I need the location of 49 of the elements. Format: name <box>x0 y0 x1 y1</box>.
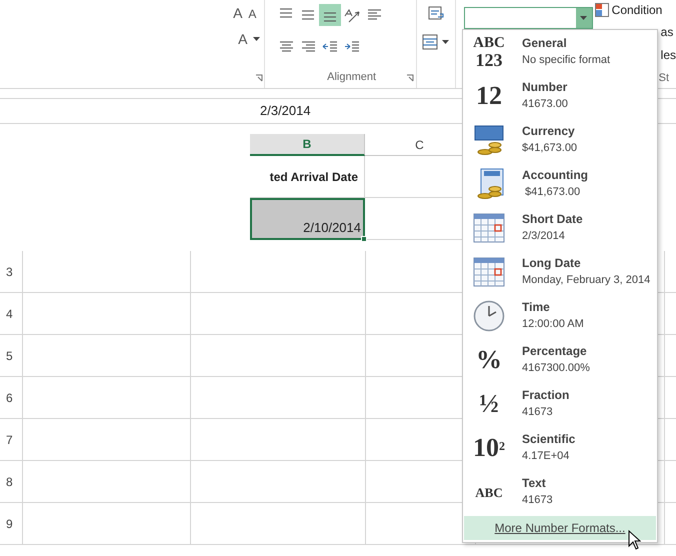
format-menu-item[interactable]: Accounting $41,673.00 <box>463 162 657 206</box>
caret-icon <box>253 37 260 41</box>
format-menu-item[interactable]: Long Date Monday, February 3, 2014 <box>463 250 657 294</box>
bottom-align-button[interactable] <box>319 4 342 26</box>
format-glyph-icon: ½ <box>469 391 509 417</box>
caret-icon <box>442 40 450 44</box>
selected-cell[interactable]: 2/10/2014 <box>250 198 365 240</box>
row-header[interactable]: 6 <box>0 377 23 418</box>
format-menu-item[interactable]: ABC 123 General No specific format <box>463 30 657 74</box>
money-icon <box>473 124 505 156</box>
number-format-combo[interactable] <box>464 7 593 29</box>
group-label: Alignment <box>327 70 376 84</box>
row-header[interactable]: 3 <box>0 251 23 292</box>
format-glyph-icon: ABC 123 <box>469 36 509 68</box>
row-header[interactable]: 4 <box>0 293 23 334</box>
clock-icon <box>473 300 505 332</box>
row-header[interactable]: 8 <box>0 461 23 502</box>
more-number-formats-button[interactable]: More Number Formats... <box>464 516 656 540</box>
row-header[interactable]: 9 <box>0 503 23 544</box>
caret-icon <box>580 16 588 20</box>
format-menu-item[interactable]: 10$^{2}$ Scientific 4.17E+04 <box>463 426 657 470</box>
font-color-button[interactable]: A <box>238 32 260 46</box>
row-header[interactable]: 5 <box>0 335 23 376</box>
shrink-font-button[interactable]: A <box>247 8 258 20</box>
merge-center-button[interactable] <box>422 34 450 50</box>
calendar-icon <box>473 213 505 243</box>
row-header[interactable]: 7 <box>0 419 23 460</box>
orientation-icon <box>344 7 360 23</box>
cell-styles-button[interactable]: les <box>660 46 676 64</box>
conditional-format-icon <box>594 3 609 17</box>
grow-font-button[interactable]: A <box>232 6 244 20</box>
format-menu-item[interactable]: Short Date 2/3/2014 <box>463 206 657 250</box>
column-header[interactable]: B <box>250 134 365 156</box>
conditional-formatting-button[interactable]: Condition <box>612 1 662 19</box>
format-menu-item[interactable]: % Percentage 4167300.00% <box>463 338 657 382</box>
fill-handle[interactable] <box>361 236 367 242</box>
format-glyph-icon: 10$^{2}$ <box>469 435 509 461</box>
format-menu-item[interactable]: ABC Text 41673 <box>463 470 657 514</box>
format-glyph-icon: % <box>469 347 509 373</box>
dialog-launcher-icon[interactable] <box>406 74 414 82</box>
format-menu-item[interactable]: ½ Fraction 41673 <box>463 382 657 426</box>
wrap-text-icon[interactable] <box>428 6 444 22</box>
merge-cells-icon <box>422 34 438 50</box>
group-label: St <box>658 71 670 86</box>
format-menu-item[interactable]: Time 12:00:00 AM <box>463 294 657 338</box>
format-glyph-icon: ABC <box>469 486 509 498</box>
dialog-launcher-icon[interactable] <box>255 74 264 82</box>
format-as-table-button[interactable]: as <box>660 23 674 41</box>
calendar-icon <box>473 257 505 287</box>
